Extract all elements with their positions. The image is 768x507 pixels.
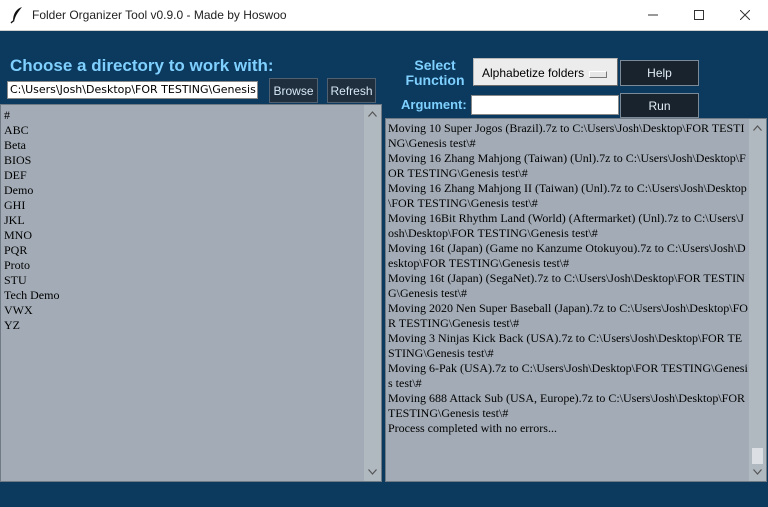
folder-list-item[interactable]: DEF <box>4 168 59 183</box>
minimize-button[interactable] <box>630 0 676 30</box>
scroll-up-icon[interactable] <box>753 123 762 132</box>
log-line: Moving 16 Zhang Mahjong II (Taiwan) (Unl… <box>388 181 747 210</box>
folder-list-item[interactable]: Tech Demo <box>4 288 59 303</box>
log-line: Moving 16t (Japan) (Game no Kanzume Otok… <box>388 241 746 270</box>
folder-list-item[interactable]: STU <box>4 273 59 288</box>
log-line: Process completed with no errors... <box>388 421 557 435</box>
folder-list-item[interactable]: VWX <box>4 303 59 318</box>
folder-list-item[interactable]: PQR <box>4 243 59 258</box>
select-function-label: Select Function <box>405 57 465 88</box>
help-button[interactable]: Help <box>620 60 699 86</box>
run-button[interactable]: Run <box>620 93 699 118</box>
folder-list-item[interactable]: Demo <box>4 183 59 198</box>
log-line: Moving 10 Super Jogos (Brazil).7z to C:\… <box>388 121 745 150</box>
folder-items: # ABC Beta BIOS DEF Demo GHI JKL MNO PQR Proto STU T… <box>4 108 59 333</box>
output-log[interactable]: Moving 10 Super Jogos (Brazil).7z to C:\… <box>385 118 767 482</box>
scroll-down-icon[interactable] <box>753 467 762 476</box>
folder-list-item[interactable]: Proto <box>4 258 59 273</box>
folder-list[interactable]: # ABC Beta BIOS DEF Demo GHI JKL MNO PQR Proto STU T… <box>0 104 382 482</box>
refresh-button[interactable]: Refresh <box>327 78 376 103</box>
log-line: Moving 6-Pak (USA).7z to C:\Users\Josh\D… <box>388 361 748 390</box>
folder-list-item[interactable]: Beta <box>4 138 59 153</box>
log-line: Moving 688 Attack Sub (USA, Europe).7z t… <box>388 391 748 420</box>
argument-label: Argument: <box>401 97 467 112</box>
log-line: Moving 16 Zhang Mahjong (Taiwan) (Unl).7… <box>388 151 746 180</box>
maximize-button[interactable] <box>676 0 722 30</box>
window-title: Folder Organizer Tool v0.9.0 - Made by H… <box>32 8 287 22</box>
close-button[interactable] <box>722 0 768 30</box>
argument-input[interactable] <box>471 95 619 115</box>
title-bar: Folder Organizer Tool v0.9.0 - Made by H… <box>0 0 768 31</box>
maximize-icon <box>694 10 704 20</box>
minimize-icon <box>648 14 658 16</box>
log-line: Moving 16t (Japan) (SegaNet).7z to C:\Us… <box>388 271 745 300</box>
browse-button[interactable]: Browse <box>269 78 318 103</box>
dropdown-indicator-icon <box>589 71 607 78</box>
log-lines: Moving 10 Super Jogos (Brazil).7z to C:\… <box>388 121 748 436</box>
folder-list-item[interactable]: # <box>4 108 59 123</box>
log-line: Moving 2020 Nen Super Baseball (Japan).7… <box>388 301 748 330</box>
folder-list-item[interactable]: YZ <box>4 318 59 333</box>
scroll-thumb[interactable] <box>752 448 763 464</box>
output-log-scrollbar[interactable] <box>749 119 766 481</box>
folder-list-scrollbar[interactable] <box>364 105 381 481</box>
function-dropdown[interactable]: Alphabetize folders <box>473 58 618 86</box>
feather-icon <box>10 7 22 24</box>
close-icon <box>740 10 750 20</box>
folder-list-item[interactable]: GHI <box>4 198 59 213</box>
log-line: Moving 16Bit Rhythm Land (World) (Afterm… <box>388 211 744 240</box>
folder-list-item[interactable]: JKL <box>4 213 59 228</box>
scroll-down-icon[interactable] <box>368 467 377 476</box>
function-dropdown-value: Alphabetize folders <box>482 66 585 80</box>
directory-heading: Choose a directory to work with: <box>10 56 274 75</box>
directory-path-input[interactable]: C:\Users\Josh\Desktop\FOR TESTING\Genesi… <box>7 81 258 99</box>
log-line: Moving 3 Ninjas Kick Back (USA).7z to C:… <box>388 331 743 360</box>
scroll-up-icon[interactable] <box>368 109 377 118</box>
folder-list-item[interactable]: ABC <box>4 123 59 138</box>
folder-list-item[interactable]: BIOS <box>4 153 59 168</box>
folder-list-item[interactable]: MNO <box>4 228 59 243</box>
